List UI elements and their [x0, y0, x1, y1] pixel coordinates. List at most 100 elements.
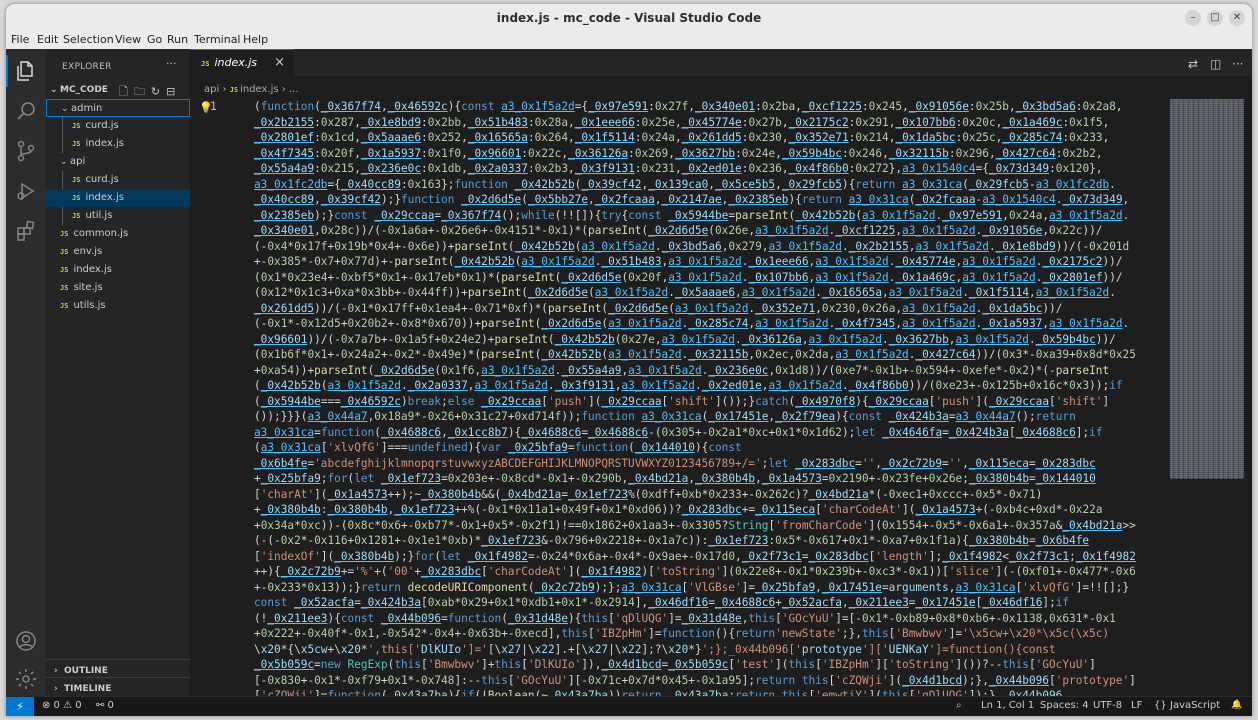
vertical-scrollbar[interactable]: [1244, 99, 1252, 696]
code-line[interactable]: _0x4f7345:0x20f,_0x1a5937:0x1f0,_0x96601…: [254, 146, 1166, 162]
run-debug-icon[interactable]: [14, 179, 38, 203]
tree-file-api-util[interactable]: JS util.js: [46, 207, 190, 225]
menu-edit[interactable]: Edit: [37, 33, 58, 46]
remote-indicator-icon[interactable]: ⚡: [6, 697, 34, 716]
menu-go[interactable]: Go: [147, 33, 162, 46]
refresh-icon[interactable]: ↻: [151, 85, 166, 98]
code-line[interactable]: _0x55a4a9:0x215,_0x236e0c:0x1db,_0x2a033…: [254, 161, 1166, 177]
new-folder-icon[interactable]: 🗀: [134, 85, 151, 98]
code-line[interactable]: ['cZQWji']=function(_0x43a7ba){if(!Boole…: [254, 688, 1166, 696]
menu-file[interactable]: File: [11, 33, 29, 46]
code-line[interactable]: _0x261dd5))/(-0x1*0x17ff+0x1ea4+-0x71*0x…: [254, 301, 1166, 317]
eol-status[interactable]: LF: [1131, 700, 1142, 711]
code-line[interactable]: _0x340e01,0x28c))/(-0x1a6a+-0x26e6+-0x41…: [254, 223, 1166, 239]
source-control-icon[interactable]: [14, 139, 38, 163]
code-line[interactable]: (a3_0x31ca['xlvQfG']===undefined){var _0…: [254, 440, 1166, 456]
code-line[interactable]: ++){_0x2c72b9+='%'+('00'+_0x283dbc['char…: [254, 564, 1166, 580]
code-line[interactable]: const _0x52acfa=_0x424b3a[0xab*0x29+0x1*…: [254, 595, 1166, 611]
minimize-button[interactable]: –: [1185, 10, 1201, 26]
code-line[interactable]: _0x40cc89,_0x39cf42);}function _0x2d6d5e…: [254, 192, 1166, 208]
explorer-more-icon[interactable]: ···: [166, 57, 177, 70]
outline-section[interactable]: › OUTLINE: [54, 666, 108, 676]
tree-file-utils[interactable]: JS utils.js: [46, 297, 190, 315]
menu-selection[interactable]: Selection: [63, 33, 114, 46]
outline-label: OUTLINE: [64, 666, 108, 676]
code-line[interactable]: (0x1b6f*0x1+-0x24a2+-0x2*-0x49e)*(parseI…: [254, 347, 1166, 363]
extensions-icon[interactable]: [14, 219, 38, 243]
code-line[interactable]: (_0x42b52b(a3_0x1f5a2d._0x2a0337,a3_0x1f…: [254, 378, 1166, 394]
code-line[interactable]: ());}}}(a3_0x44a7,0x18a9*-0x26+0x31c27+0…: [254, 409, 1166, 425]
maximize-button[interactable]: □: [1207, 10, 1223, 26]
code-line[interactable]: (0x12*0x1c3+0xa*0x3bb+-0x44ff))+parseInt…: [254, 285, 1166, 301]
code-line[interactable]: (-(-0x2*-0x116+0x1281+-0x1e1*0xb)*_0x1ef…: [254, 533, 1166, 549]
code-line[interactable]: a3_0x1fc2db={_0x40cc89:0x163};function _…: [254, 177, 1166, 193]
code-line[interactable]: +0x34a*0xc))-(0x8c*0x6+-0xb77*-0x1+0x5*-…: [254, 518, 1166, 534]
code-line[interactable]: (-0x1*-0x12d5+0x20b2+-0x8*0x670))+parseI…: [254, 316, 1166, 332]
more-actions-icon[interactable]: ···: [1232, 57, 1243, 71]
tab-index-js[interactable]: JS index.js ×: [190, 49, 294, 76]
code-line[interactable]: +_0x25bfa9;for(let _0x1ef723=0x203e+-0x8…: [254, 471, 1166, 487]
code-line[interactable]: (!_0x211ee3){const _0x44b096=function(_0…: [254, 611, 1166, 627]
code-line[interactable]: [-0x830+-0x1*-0xf79+0x1*-0x748]:--this['…: [254, 673, 1166, 689]
code-line[interactable]: +0xa54))+parseInt(_0x2d6d5e(0x1f6,a3_0x1…: [254, 363, 1166, 379]
code-line[interactable]: ['charAt'](_0x1a4573++);~_0x380b4b&&(_0x…: [254, 487, 1166, 503]
split-editor-icon[interactable]: ◫: [1210, 57, 1221, 71]
menu-view[interactable]: View: [115, 33, 141, 46]
code-line[interactable]: (-0x4*0x17f+0x19b*0x4+-0x6e))+parseInt(_…: [254, 239, 1166, 255]
new-file-icon[interactable]: 🗋: [119, 85, 134, 98]
code-line[interactable]: +-0x385*-0x7+0x77d)+-parseInt(_0x42b52b(…: [254, 254, 1166, 270]
account-icon[interactable]: [14, 629, 38, 653]
tree-folder-api[interactable]: ⌄ api: [46, 153, 190, 171]
code-line[interactable]: ['indexOf'](_0x380b4b);}for(let _0x1f498…: [254, 549, 1166, 565]
tree-file-site[interactable]: JS site.js: [46, 279, 190, 297]
code-line[interactable]: +0x222+-0x40f*-0x1,-0x542*-0x4+-0x63b+-0…: [254, 626, 1166, 642]
code-line[interactable]: (0x1*0x23e4+-0xbf5*0x1+-0x17eb*0x1)*(par…: [254, 270, 1166, 286]
code-line[interactable]: (function(_0x367f74,_0x46592c){const a3_…: [254, 99, 1166, 115]
tree-file-env[interactable]: JS env.js: [46, 243, 190, 261]
search-icon[interactable]: [14, 99, 38, 123]
minimap-viewport[interactable]: [1170, 99, 1244, 477]
breadcrumb-file[interactable]: index.js: [240, 84, 279, 95]
tree-file-admin-index[interactable]: JS index.js: [46, 135, 190, 153]
code-line[interactable]: _0x5b059c=new RegExp(this['Bmwbwv']+this…: [254, 657, 1166, 673]
problems-status[interactable]: ⊗ 0 ⚠ 0: [42, 700, 82, 711]
code-line[interactable]: a3_0x31ca=function(_0x4688c6,_0x1cc8b7){…: [254, 425, 1166, 441]
language-mode[interactable]: JavaScript: [1170, 700, 1220, 711]
collapse-all-icon[interactable]: ⊟: [166, 85, 181, 98]
encoding-status[interactable]: UTF-8: [1093, 700, 1122, 711]
code-editor[interactable]: 💡 1 (function(_0x367f74,_0x46592c){const…: [190, 99, 1180, 696]
code-line[interactable]: _0x6b4fe='abcdefghijklmnopqrstuvwxyzABCD…: [254, 456, 1166, 472]
tree-file-api-curd[interactable]: JS curd.js: [46, 171, 190, 189]
menu-run[interactable]: Run: [167, 33, 188, 46]
close-tab-icon[interactable]: ×: [274, 50, 285, 76]
explorer-icon[interactable]: [14, 59, 38, 83]
tree-file-api-index[interactable]: JS index.js: [46, 189, 190, 207]
tree-file-common[interactable]: JS common.js: [46, 225, 190, 243]
zoom-icon[interactable]: ⌕: [956, 700, 962, 711]
menu-help[interactable]: Help: [243, 33, 268, 46]
close-window-button[interactable]: ✕: [1229, 10, 1245, 26]
tree-file-index[interactable]: JS index.js: [46, 261, 190, 279]
settings-gear-icon[interactable]: [14, 667, 38, 691]
tree-file-admin-curd[interactable]: JS curd.js: [46, 117, 190, 135]
code-line[interactable]: _0x2b2155:0x287,_0x1e8bd9:0x2bb,_0x51b48…: [254, 115, 1166, 131]
open-changes-icon[interactable]: ⇄: [1188, 57, 1198, 71]
breadcrumb-symbol[interactable]: ...: [289, 84, 299, 95]
indentation-status[interactable]: Spaces: 4: [1040, 700, 1089, 711]
js-file-icon: JS: [60, 284, 69, 292]
timeline-section[interactable]: › TIMELINE: [54, 684, 111, 694]
notifications-bell-icon[interactable]: 🔔: [1231, 700, 1242, 710]
ports-status[interactable]: ⚯ 0: [96, 700, 114, 711]
code-line[interactable]: (_0x5944be===_0x46592c)break;else _0x29c…: [254, 394, 1166, 410]
code-line[interactable]: _0x2801ef:0x1cd,_0x5aaae6:0x252,_0x16565…: [254, 130, 1166, 146]
breadcrumb-folder[interactable]: api: [204, 84, 219, 95]
code-line[interactable]: \x20*{\x5cw+\x20*',this['DlKUIo']='[\x27…: [254, 642, 1166, 658]
cursor-position[interactable]: Ln 1, Col 1: [981, 700, 1034, 711]
code-line[interactable]: +_0x380b4b:_0x380b4b,_0x1ef723++%(-0x1*0…: [254, 502, 1166, 518]
code-line[interactable]: _0x2385eb);}const _0x29ccaa=_0x367f74();…: [254, 208, 1166, 224]
menu-terminal[interactable]: Terminal: [194, 33, 241, 46]
code-lines[interactable]: (function(_0x367f74,_0x46592c){const a3_…: [254, 99, 1166, 696]
code-line[interactable]: +-0x233*0x13));}return decodeURIComponen…: [254, 580, 1166, 596]
code-line[interactable]: _0x96601))/(-0x7a7b+-0x1a5f+0x24e2)+pars…: [254, 332, 1166, 348]
tree-folder-admin[interactable]: ⌄ admin: [46, 99, 190, 117]
